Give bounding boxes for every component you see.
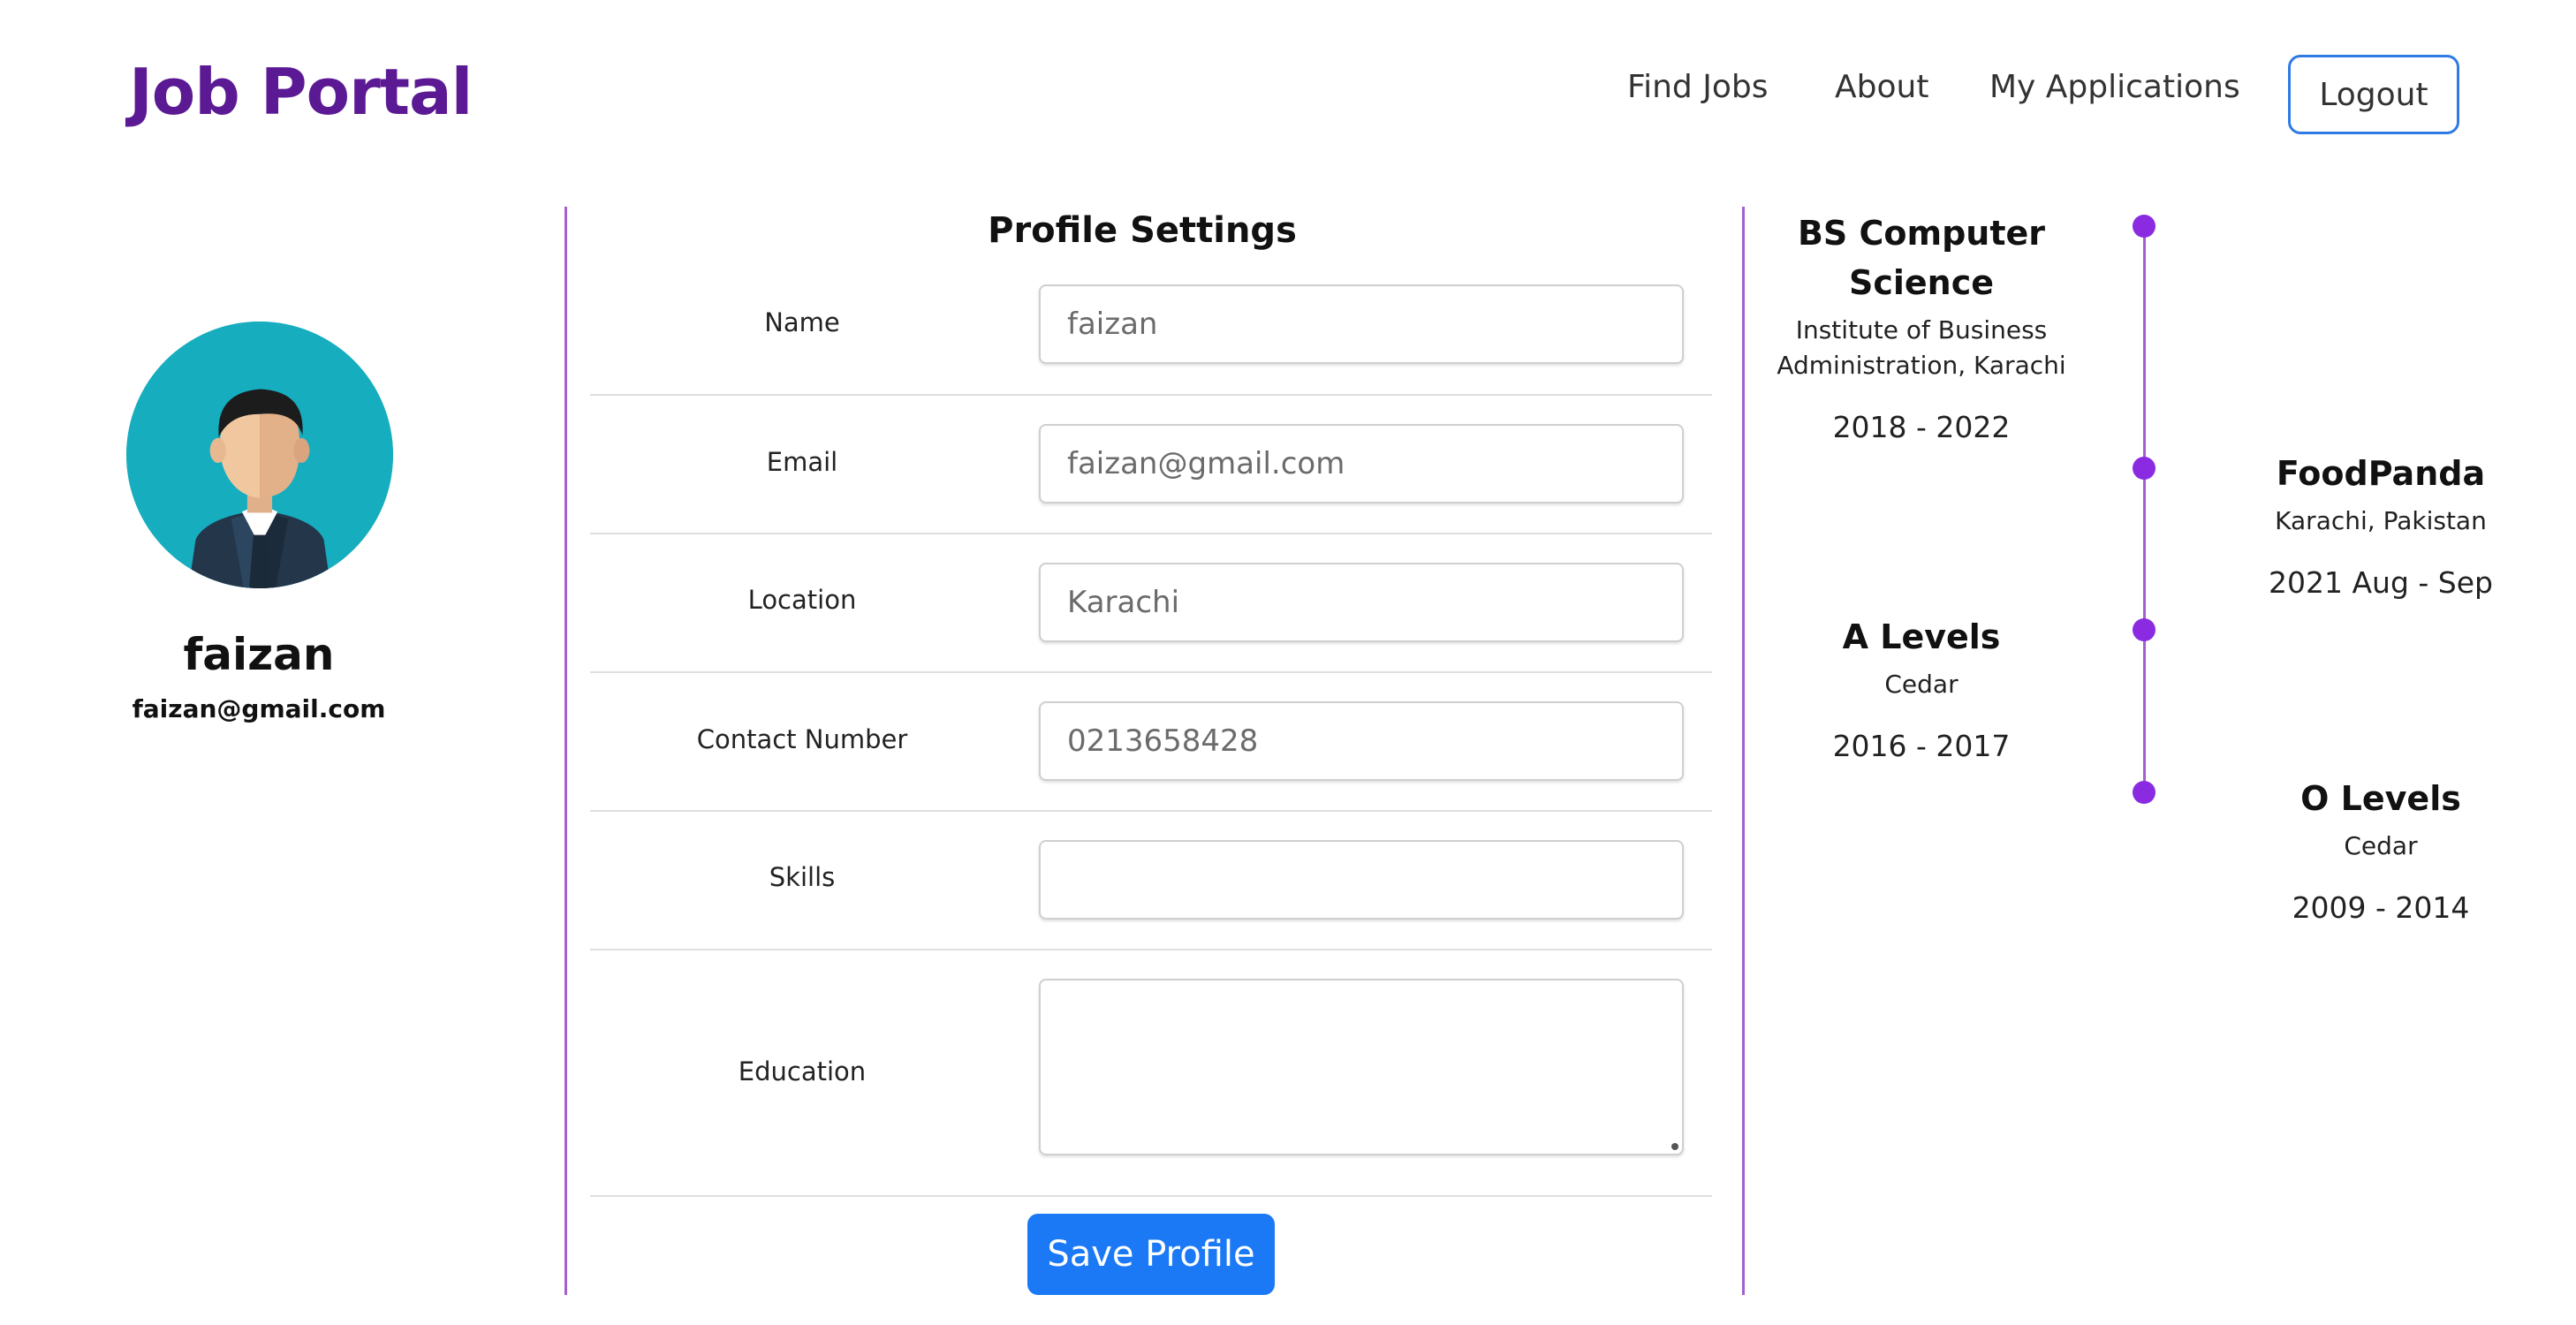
timeline-dot (2133, 215, 2156, 238)
row-divider (590, 1195, 1712, 1197)
timeline-item-dates: 2016 - 2017 (1832, 729, 2011, 763)
logout-button[interactable]: Logout (2288, 55, 2459, 134)
right-divider (1742, 207, 1745, 1295)
row-divider (590, 810, 1712, 812)
location-input[interactable] (1039, 563, 1684, 642)
location-label: Location (747, 585, 857, 615)
name-label: Name (764, 307, 840, 337)
row-divider (590, 394, 1712, 396)
email-input[interactable] (1039, 424, 1684, 504)
timeline-item-title: FoodPanda (2276, 454, 2486, 493)
row-divider (590, 533, 1712, 534)
timeline-item: BS Computer Science Institute of Busines… (1758, 208, 2085, 444)
timeline-item: A Levels Cedar 2016 - 2017 (1767, 612, 2076, 763)
timeline-dot (2133, 781, 2156, 804)
timeline-item-title: O Levels (2300, 779, 2461, 818)
profile-email: faizan@gmail.com (132, 694, 386, 723)
resize-handle-icon[interactable] (1671, 1143, 1678, 1150)
timeline-item-subtitle: Cedar (2344, 831, 2418, 860)
timeline-item-subtitle: Cedar (1884, 670, 1959, 699)
timeline-item-subtitle: Karachi, Pakistan (2275, 506, 2487, 535)
contact-number-input[interactable] (1039, 701, 1684, 781)
timeline-item-title: A Levels (1842, 617, 2001, 656)
skills-input[interactable] (1039, 840, 1684, 920)
nav-find-jobs[interactable]: Find Jobs (1627, 69, 1768, 105)
timeline-dot (2133, 618, 2156, 641)
nav-about[interactable]: About (1835, 69, 1928, 105)
timeline-dot (2133, 457, 2156, 480)
skills-label: Skills (769, 862, 836, 892)
contact-number-label: Contact Number (696, 724, 908, 754)
education-label: Education (738, 1056, 867, 1086)
timeline-item-dates: 2021 Aug - Sep (2269, 565, 2493, 600)
save-profile-button[interactable]: Save Profile (1027, 1214, 1275, 1295)
timeline-item-dates: 2009 - 2014 (2292, 890, 2470, 925)
row-divider (590, 671, 1712, 673)
timeline-item-subtitle: Institute of Business Administration, Ka… (1777, 315, 2066, 380)
nav-my-applications[interactable]: My Applications (1989, 69, 2240, 105)
timeline-item-dates: 2018 - 2022 (1832, 410, 2011, 444)
form-title: Profile Settings (988, 210, 1297, 251)
profile-name: faizan (183, 629, 335, 680)
left-divider (564, 207, 567, 1295)
row-divider (590, 949, 1712, 950)
brand-logo[interactable]: Job Portal (129, 55, 473, 129)
email-label: Email (766, 447, 838, 477)
timeline-item-title: BS Computer Science (1797, 214, 2046, 302)
timeline-item: O Levels Cedar 2009 - 2014 (2226, 774, 2535, 925)
education-textarea[interactable] (1039, 979, 1684, 1155)
user-avatar-icon (126, 322, 393, 588)
timeline-line (2143, 226, 2146, 791)
timeline-item: FoodPanda Karachi, Pakistan 2021 Aug - S… (2226, 449, 2535, 600)
name-input[interactable] (1039, 284, 1684, 364)
